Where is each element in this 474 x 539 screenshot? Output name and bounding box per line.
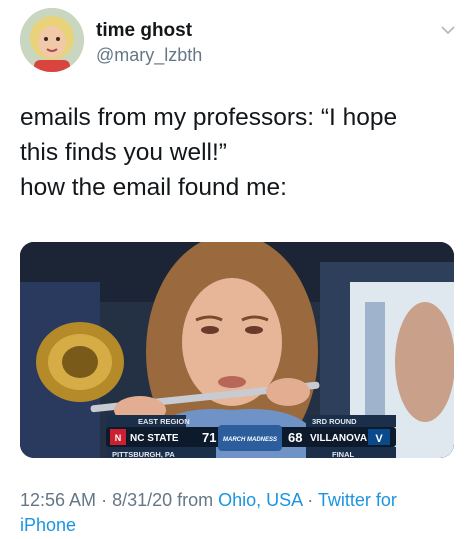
scoreboard-overlay: N V EAST REGION 3RD ROUND NC STATE 71 MA… xyxy=(106,415,396,458)
team2-name: VILLANOVA xyxy=(310,433,367,444)
scoreboard-location: PITTSBURGH, PA xyxy=(112,450,175,458)
author-names: time ghost @mary_lzbth xyxy=(96,20,202,66)
team1-name: NC STATE xyxy=(130,433,179,444)
svg-text:V: V xyxy=(375,433,383,445)
scoreboard-region: EAST REGION xyxy=(138,417,190,426)
tweet-location-link[interactable]: Ohio, USA xyxy=(218,490,302,510)
chevron-down-icon[interactable] xyxy=(440,22,456,38)
separator: · xyxy=(302,490,318,510)
tweet-metadata: 12:56 AM · 8/31/20 from Ohio, USA · Twit… xyxy=(20,488,460,538)
event-logo-text: MARCH MADNESS xyxy=(223,437,277,443)
team2-score: 68 xyxy=(288,430,302,445)
tweet-time[interactable]: 12:56 AM xyxy=(20,490,96,510)
tweet-header: time ghost @mary_lzbth xyxy=(20,8,460,74)
avatar-photo xyxy=(20,8,84,72)
display-name[interactable]: time ghost xyxy=(96,20,202,42)
tweet-media-photo[interactable]: N V EAST REGION 3RD ROUND NC STATE 71 MA… xyxy=(20,242,454,458)
scoreboard-round: 3RD ROUND xyxy=(312,417,357,426)
tweet-text: emails from my professors: “I hope this … xyxy=(20,100,460,205)
separator: · xyxy=(96,490,113,510)
tweet-line: this finds you well!” xyxy=(20,139,227,166)
tweet-source-line2: iPhone xyxy=(20,515,77,535)
tweet-line: emails from my professors: “I hope xyxy=(20,104,398,131)
tweet-card: time ghost @mary_lzbth emails from my pr… xyxy=(0,0,474,539)
scoreboard-status: FINAL xyxy=(332,450,354,458)
tweet-date[interactable]: 8/31/20 xyxy=(112,490,172,510)
svg-text:N: N xyxy=(115,433,122,443)
from-label: from xyxy=(172,490,219,510)
user-handle[interactable]: @mary_lzbth xyxy=(96,44,202,66)
team1-score: 71 xyxy=(202,430,216,445)
tweet-source: Twitter for xyxy=(317,490,397,510)
tweet-line: how the email found me: xyxy=(20,174,287,201)
avatar[interactable] xyxy=(20,8,84,72)
